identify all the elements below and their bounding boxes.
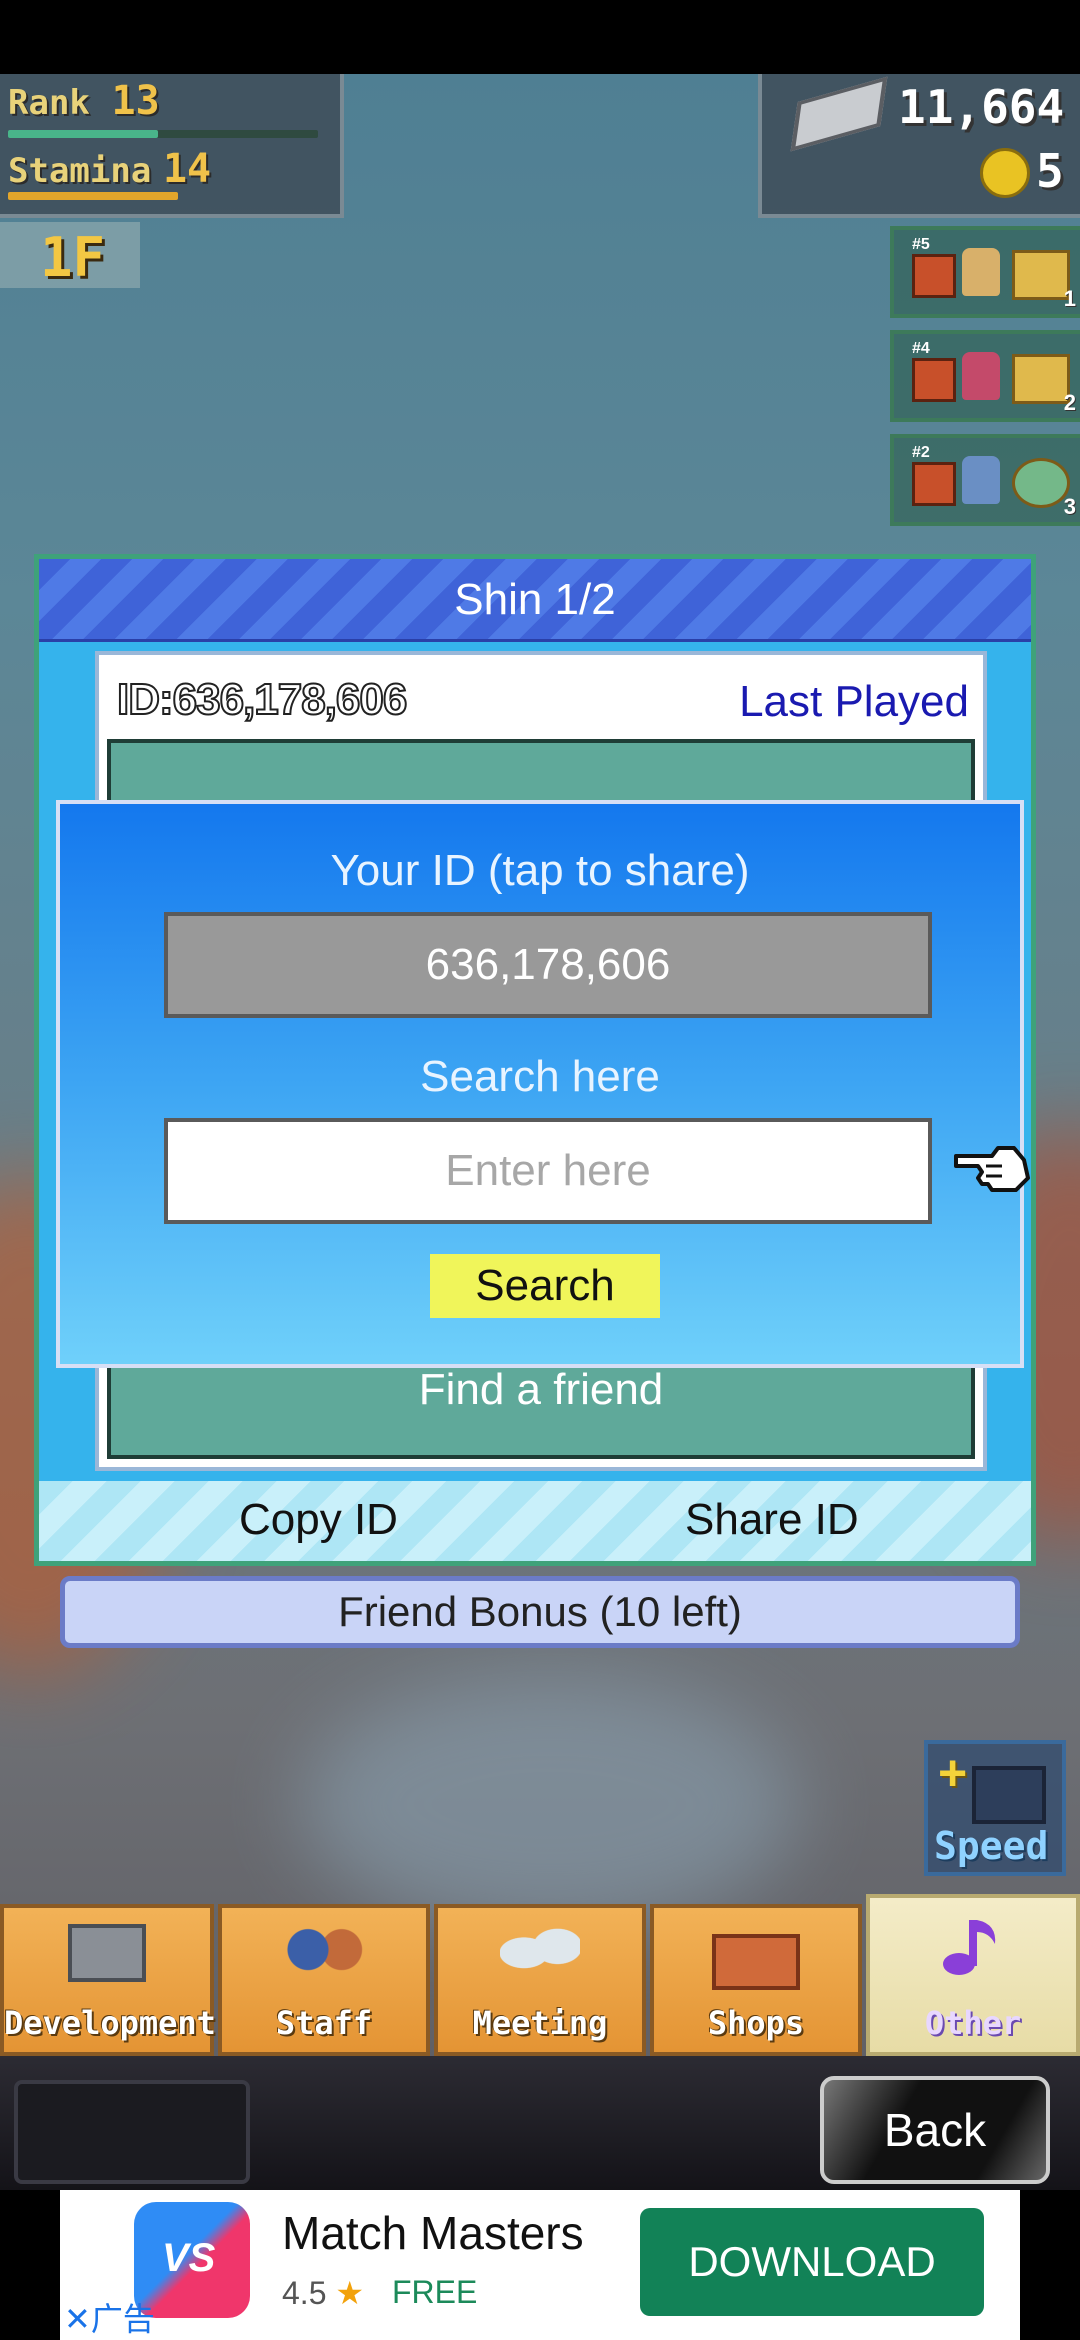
find-friend-label: Find a friend: [418, 1365, 664, 1414]
project-tag: #2: [912, 444, 930, 461]
left-slot: [14, 2080, 250, 2184]
search-friend-modal: Your ID (tap to share) 636,178,606 Searc…: [56, 800, 1030, 1368]
project-card-3[interactable]: #2 3: [890, 434, 1080, 526]
ad-icon-text: VS: [162, 2236, 216, 2280]
coin-icon: [980, 148, 1030, 198]
project-card-1[interactable]: #5 1: [890, 226, 1080, 318]
your-id-label: Your ID (tap to share): [330, 846, 750, 895]
menu-development[interactable]: Development: [0, 1904, 216, 2056]
genre-cube-icon: [912, 254, 956, 298]
menu-label: Development: [4, 2004, 216, 2042]
menu-other[interactable]: Other: [866, 1894, 1080, 2056]
platform-icon: [1012, 458, 1070, 508]
project-number: 3: [1063, 494, 1076, 519]
pointing-hand-icon: [954, 1146, 1030, 1192]
menu-shops[interactable]: Shops: [650, 1904, 862, 2056]
shop-basket-icon: [712, 1934, 800, 1990]
share-id-button[interactable]: Share ID: [685, 1495, 859, 1545]
background-blur-light: [300, 1674, 800, 1934]
last-played-link[interactable]: Last Played: [739, 677, 969, 727]
plus-icon: +: [938, 1745, 968, 1801]
search-button[interactable]: Search: [430, 1254, 660, 1318]
stamina-row: Stamina 14: [8, 146, 211, 192]
search-here-label: Search here: [420, 1052, 660, 1101]
ad-rating-value: 4.5: [282, 2275, 327, 2311]
friend-id-search-input[interactable]: [164, 1118, 932, 1224]
friend-bonus-button[interactable]: Friend Bonus (10 left): [60, 1576, 1020, 1648]
staff-people-icon: [284, 1924, 364, 1988]
monitor-icon: [972, 1766, 1046, 1824]
menu-label: Other: [924, 2004, 1022, 2042]
friend-panel-header: Shin 1/2: [39, 559, 1031, 642]
speech-bubbles-icon: [500, 1924, 580, 1988]
menu-staff[interactable]: Staff: [218, 1904, 430, 2056]
project-card-2[interactable]: #4 2: [890, 330, 1080, 422]
menu-meeting[interactable]: Meeting: [434, 1904, 646, 2056]
floor-label: 1F: [40, 226, 106, 289]
rank-value: 13: [111, 78, 160, 124]
project-number: 2: [1063, 390, 1076, 415]
bottom-bar: Back: [0, 2056, 1080, 2190]
menu-label: Shops: [707, 2004, 805, 2042]
ad-banner[interactable]: VS Match Masters 4.5 ★ FREE DOWNLOAD ✕广告: [60, 2190, 1020, 2340]
staff-figure-icon: [962, 248, 1000, 296]
monitor-icon: [68, 1924, 146, 1982]
ad-app-name: Match Masters: [282, 2207, 584, 2259]
stamina-value: 14: [162, 146, 212, 192]
friend-panel-title: Shin 1/2: [454, 575, 616, 624]
speed-button[interactable]: + Speed: [924, 1740, 1066, 1876]
coin-value: 5: [1036, 144, 1064, 198]
friend-id: ID:636,178,606: [116, 674, 408, 725]
ad-close-button[interactable]: ✕广告: [64, 2294, 155, 2340]
ad-price: FREE: [392, 2274, 478, 2310]
staff-figure-icon: [962, 352, 1000, 400]
rank-label: Rank: [8, 83, 90, 123]
project-tag: #4: [912, 340, 930, 357]
your-id-share-box[interactable]: 636,178,606: [164, 912, 932, 1018]
platform-icon: [1012, 250, 1070, 300]
copy-id-button[interactable]: Copy ID: [239, 1495, 398, 1545]
staff-figure-icon: [962, 456, 1000, 504]
project-number: 1: [1063, 286, 1076, 311]
music-note-icon: [943, 1920, 996, 1975]
menu-label: Meeting: [472, 2004, 608, 2042]
genre-cube-icon: [912, 358, 956, 402]
rank-bar-fill: [8, 130, 158, 138]
friend-panel-footer: Copy ID Share ID: [39, 1481, 1031, 1561]
stamina-bar-fill: [8, 192, 178, 200]
ad-rating: 4.5 ★: [282, 2274, 364, 2312]
money-value: 11,664: [898, 80, 1065, 134]
back-button[interactable]: Back: [820, 2076, 1050, 2184]
ad-download-button[interactable]: DOWNLOAD: [640, 2208, 984, 2316]
platform-icon: [1012, 354, 1070, 404]
rank-row: Rank 13: [8, 78, 160, 124]
menu-label: Staff: [275, 2004, 373, 2042]
star-icon: ★: [335, 2275, 365, 2311]
stamina-label: Stamina: [8, 151, 152, 191]
bottom-menu: Development Staff Meeting Shops Other: [0, 1894, 1080, 2056]
project-tag: #5: [912, 236, 930, 253]
speed-label: Speed: [934, 1824, 1049, 1868]
genre-cube-icon: [912, 462, 956, 506]
